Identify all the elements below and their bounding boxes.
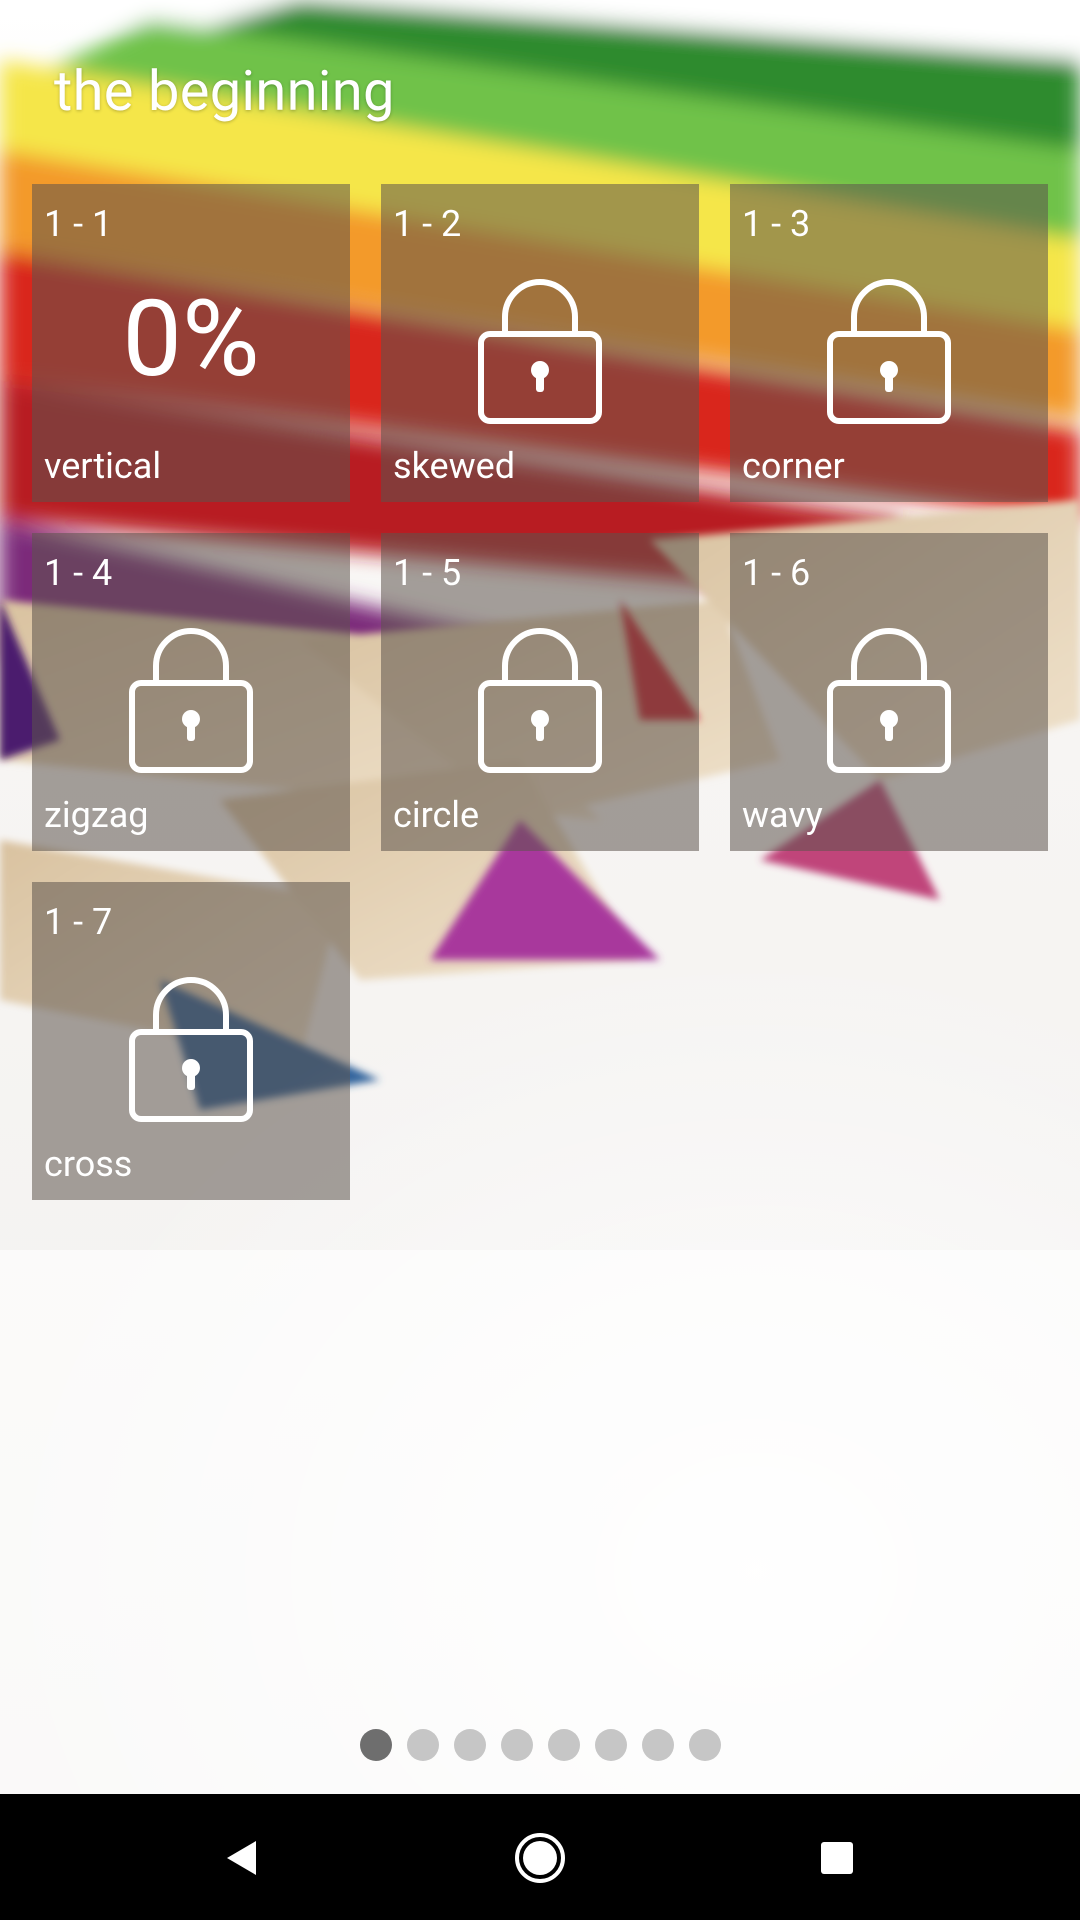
page-dot-3[interactable]	[453, 1729, 486, 1761]
level-tile-1-7[interactable]: 1 - 7 cross	[32, 882, 350, 1200]
level-number: 1 - 6	[742, 552, 811, 594]
page-dot-5[interactable]	[547, 1729, 580, 1761]
home-icon	[515, 1833, 565, 1883]
navigation-bar	[0, 1794, 1080, 1920]
level-name: cross	[44, 1143, 133, 1185]
level-number: 1 - 1	[44, 203, 113, 245]
level-tile-1-1[interactable]: 1 - 1 0% vertical	[32, 184, 350, 502]
page-dot-7[interactable]	[641, 1729, 674, 1761]
recents-icon	[821, 1842, 853, 1874]
level-tile-1-3[interactable]: 1 - 3 corner	[730, 184, 1048, 502]
level-number: 1 - 2	[393, 203, 462, 245]
level-name: wavy	[742, 794, 823, 836]
home-button[interactable]	[500, 1818, 580, 1898]
lock-icon	[129, 628, 253, 773]
level-progress: 0%	[122, 277, 260, 401]
page-dot-6[interactable]	[594, 1729, 627, 1761]
level-name: vertical	[44, 445, 162, 487]
page-indicator	[0, 1729, 1080, 1763]
page-dot-4[interactable]	[500, 1729, 533, 1761]
level-name: circle	[393, 794, 480, 836]
recents-button[interactable]	[797, 1818, 877, 1898]
back-button[interactable]	[202, 1818, 282, 1898]
level-number: 1 - 4	[44, 552, 113, 594]
level-tile-1-2[interactable]: 1 - 2 skewed	[381, 184, 699, 502]
level-number: 1 - 3	[742, 203, 811, 245]
level-tile-1-5[interactable]: 1 - 5 circle	[381, 533, 699, 851]
lock-icon	[129, 977, 253, 1122]
page-dot-2[interactable]	[406, 1729, 439, 1761]
level-tile-1-6[interactable]: 1 - 6 wavy	[730, 533, 1048, 851]
page-dot-1[interactable]	[359, 1729, 392, 1761]
page-title: the beginning	[54, 58, 395, 124]
level-number: 1 - 7	[44, 901, 113, 943]
back-icon	[227, 1841, 256, 1875]
level-tile-1-4[interactable]: 1 - 4 zigzag	[32, 533, 350, 851]
level-name: corner	[742, 445, 845, 487]
lock-icon	[478, 279, 602, 424]
level-name: zigzag	[44, 794, 149, 836]
level-name: skewed	[393, 445, 516, 487]
lock-icon	[827, 628, 951, 773]
page-dot-8[interactable]	[688, 1729, 721, 1761]
level-select-screen: the beginning 1 - 1 0% vertical 1 - 2 sk…	[0, 0, 1080, 1920]
lock-icon	[478, 628, 602, 773]
level-number: 1 - 5	[393, 552, 462, 594]
lock-icon	[827, 279, 951, 424]
